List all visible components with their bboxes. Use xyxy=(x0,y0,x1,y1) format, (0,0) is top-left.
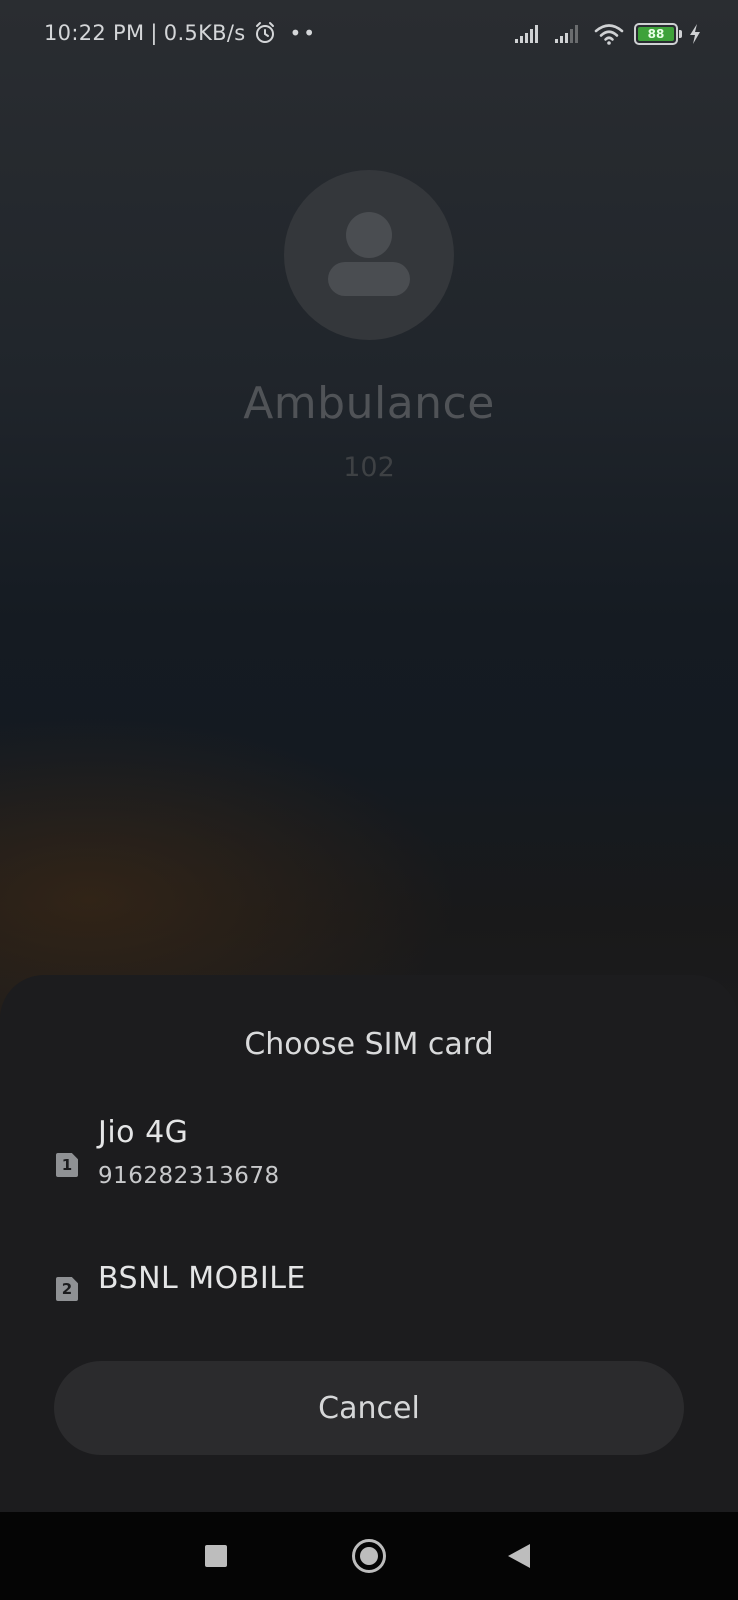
sim-option-2[interactable]: 2 BSNL MOBILE xyxy=(0,1255,738,1325)
signal-sim1-icon xyxy=(515,25,538,43)
sim-card-2-icon: 2 xyxy=(56,1277,78,1301)
status-separator: | xyxy=(150,21,158,45)
status-left: 10:22 PM | 0.5KB/s •• xyxy=(44,18,317,48)
sim-number: 916282313678 xyxy=(98,1163,280,1189)
charging-icon xyxy=(690,24,700,44)
back-triangle-icon[interactable] xyxy=(508,1544,530,1568)
call-screen: 10:22 PM | 0.5KB/s •• 88 Ambulance 102 C… xyxy=(0,0,738,1600)
person-placeholder-icon xyxy=(284,170,454,340)
network-speed: 0.5KB/s xyxy=(163,21,246,45)
sim-name: BSNL MOBILE xyxy=(98,1261,306,1296)
avatar-head xyxy=(346,212,392,258)
battery-level: 88 xyxy=(638,27,674,41)
status-right: 88 xyxy=(514,20,702,48)
recents-square-icon[interactable] xyxy=(205,1545,227,1567)
sim-card-1-icon: 1 xyxy=(56,1153,78,1177)
battery-icon: 88 xyxy=(634,23,682,45)
sim-option-1[interactable]: 1 Jio 4G 916282313678 xyxy=(0,1115,738,1215)
home-circle-icon[interactable] xyxy=(352,1539,386,1573)
avatar-body xyxy=(328,262,410,296)
alarm-icon xyxy=(256,22,275,43)
sheet-title: Choose SIM card xyxy=(244,1027,494,1062)
signal-sim2-icon xyxy=(555,25,578,43)
choose-sim-sheet: Choose SIM card 1 Jio 4G 916282313678 2 … xyxy=(0,975,738,1512)
contact-number: 102 xyxy=(343,452,395,483)
contact-name: Ambulance xyxy=(243,378,495,429)
navigation-bar xyxy=(0,1512,738,1600)
status-time: 10:22 PM xyxy=(44,21,145,45)
status-bar: 10:22 PM | 0.5KB/s •• 88 xyxy=(0,0,738,68)
cancel-button[interactable]: Cancel xyxy=(54,1361,684,1455)
wifi-icon xyxy=(594,24,624,45)
more-notifications-indicator: •• xyxy=(289,21,318,45)
sim-name: Jio 4G xyxy=(98,1115,189,1150)
